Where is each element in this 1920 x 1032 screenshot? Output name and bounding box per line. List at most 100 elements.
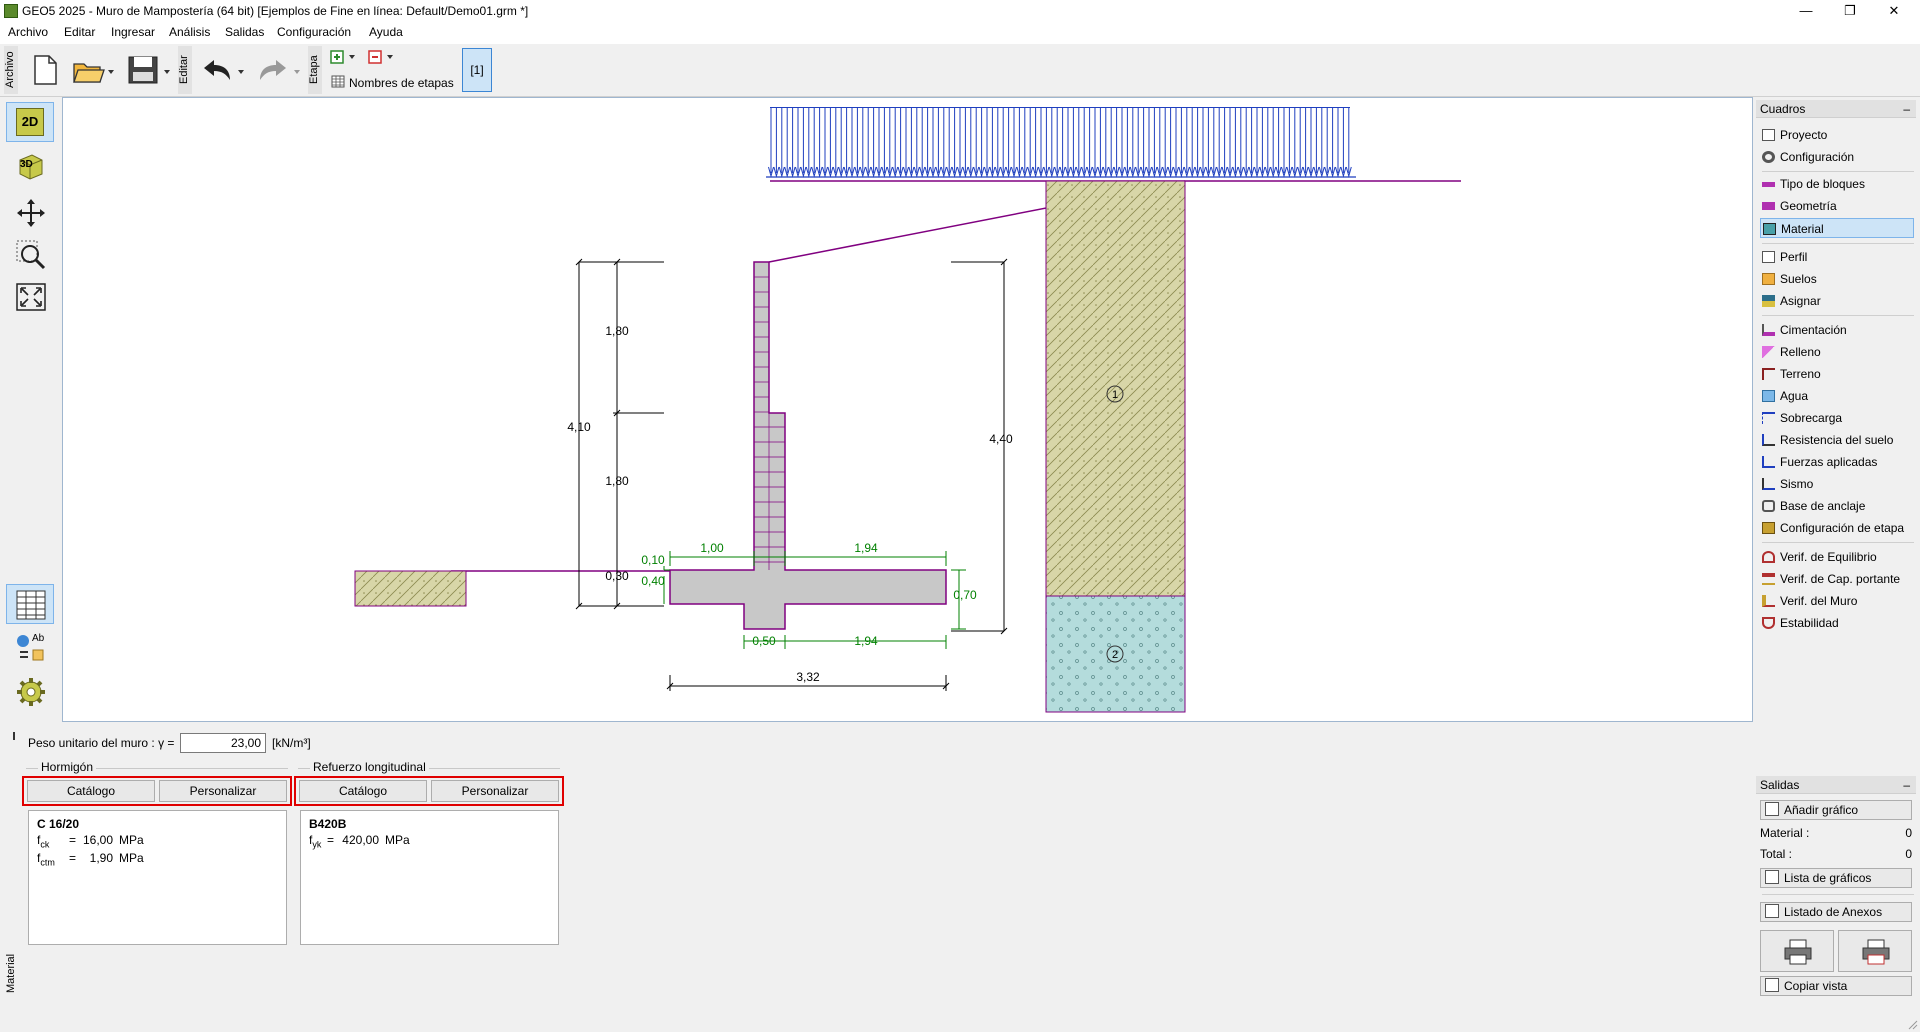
menu-analisis[interactable]: Análisis [169, 25, 210, 39]
undo-icon[interactable] [200, 56, 250, 84]
redo-icon[interactable] [256, 56, 306, 84]
gear-icon [1762, 151, 1775, 163]
stage-1-button[interactable]: [1] [462, 48, 492, 92]
foundation-icon [1762, 324, 1775, 336]
soil-1-label: 1 [1112, 389, 1118, 401]
frame-item-sobrecarga[interactable]: Sobrecarga [1762, 408, 1912, 428]
forces-icon [1762, 456, 1775, 468]
close-button[interactable]: ✕ [1874, 2, 1914, 20]
fck-subscript: ck [40, 839, 50, 850]
fyk-equals: = [327, 833, 335, 847]
frame-item-agua[interactable]: Agua [1762, 386, 1912, 406]
resize-grip-icon[interactable] [1906, 1018, 1918, 1030]
move-pan-icon[interactable] [16, 198, 46, 228]
drawing-canvas[interactable]: 1 2 1,80 1,80 4,10 4,40 0,10 0,30 0,40 1… [62, 97, 1753, 722]
salidas-collapse-button[interactable]: – [1903, 776, 1910, 794]
print-button[interactable] [1760, 930, 1834, 972]
table-view-button[interactable] [6, 584, 54, 624]
frame-item-base-anclaje[interactable]: Base de anclaje [1762, 496, 1912, 516]
add-chart-button[interactable]: Añadir gráfico [1760, 800, 1912, 820]
settings-button[interactable] [6, 672, 54, 712]
frame-item-sismo[interactable]: Sismo [1762, 474, 1912, 494]
menu-ingresar[interactable]: Ingresar [111, 25, 155, 39]
steel-fyk-row: fyk = 420,00 MPa [309, 833, 549, 849]
unit-weight-input[interactable] [180, 733, 266, 753]
frame-item-label: Estabilidad [1780, 616, 1839, 630]
frame-item-resistencia[interactable]: Resistencia del suelo [1762, 430, 1912, 450]
fctm-equals: = [69, 851, 77, 865]
styles-label: Ab [32, 633, 45, 644]
frame-item-config-etapa[interactable]: Configuración de etapa [1762, 518, 1912, 538]
annex-list-button[interactable]: Listado de Anexos [1760, 902, 1912, 922]
concrete-catalog-button[interactable]: Catálogo [27, 780, 155, 802]
fctm-unit: MPa [119, 851, 144, 865]
frame-item-label: Sobrecarga [1780, 411, 1843, 425]
view-3d-button[interactable]: 3D [6, 146, 54, 186]
frame-item-asignar[interactable]: Asignar [1762, 291, 1912, 311]
zoom-extents-icon[interactable] [15, 282, 47, 312]
frame-item-verif-cap-portante[interactable]: Verif. de Cap. portante [1762, 569, 1912, 589]
anchor-icon [1762, 500, 1775, 512]
concrete-name: C 16/20 [37, 817, 80, 831]
minimize-button[interactable]: — [1786, 2, 1826, 20]
frame-item-perfil[interactable]: Perfil [1762, 247, 1912, 267]
frame-item-verif-muro[interactable]: Verif. del Muro [1762, 591, 1912, 611]
new-file-icon[interactable] [30, 54, 60, 86]
frame-item-proyecto[interactable]: Proyecto [1762, 125, 1912, 145]
wall-check-icon [1762, 595, 1775, 607]
frame-item-verif-equilibrio[interactable]: Verif. de Equilibrio [1762, 547, 1912, 567]
menu-configuracion[interactable]: Configuración [277, 25, 351, 39]
title-bar: GEO5 2025 - Muro de Mampostería (64 bit)… [0, 0, 1920, 22]
frame-item-fuerzas[interactable]: Fuerzas aplicadas [1762, 452, 1912, 472]
add-stage-icon[interactable] [330, 50, 362, 66]
open-folder-icon[interactable] [72, 56, 116, 86]
styles-button[interactable]: Ab [6, 628, 54, 668]
save-icon[interactable] [126, 54, 176, 86]
reinforcement-catalog-button[interactable]: Catálogo [299, 780, 427, 802]
blocks-icon [1762, 182, 1775, 187]
view-2d-label: 2D [16, 108, 44, 136]
frame-item-configuracion[interactable]: Configuración [1762, 147, 1912, 167]
menu-salidas[interactable]: Salidas [225, 25, 264, 39]
frame-item-relleno[interactable]: Relleno [1762, 342, 1912, 362]
fctm-value: 1,90 [89, 851, 113, 865]
print-export-button[interactable] [1838, 930, 1912, 972]
frame-item-cimentacion[interactable]: Cimentación [1762, 320, 1912, 340]
frame-item-terreno[interactable]: Terreno [1762, 364, 1912, 384]
dim-194-bottom: 1,94 [854, 634, 878, 648]
dim-100: 1,00 [700, 541, 724, 555]
frame-item-material[interactable]: Material [1760, 218, 1914, 238]
chart-list-button[interactable]: Lista de gráficos [1760, 868, 1912, 888]
frame-item-estabilidad[interactable]: Estabilidad [1762, 613, 1912, 633]
frame-item-tipo-bloques[interactable]: Tipo de bloques [1762, 174, 1912, 194]
concrete-customize-button[interactable]: Personalizar [159, 780, 287, 802]
frame-item-label: Fuerzas aplicadas [1780, 455, 1878, 469]
dim-040: 0,40 [641, 574, 665, 588]
app-logo-icon [4, 4, 18, 18]
menu-editar[interactable]: Editar [64, 25, 95, 39]
menu-ayuda[interactable]: Ayuda [369, 25, 403, 39]
dim-410: 4,10 [567, 420, 591, 434]
dim-030: 0,30 [605, 569, 629, 583]
frame-item-label: Configuración [1780, 150, 1855, 164]
concrete-material-box: C 16/20 fck = 16,00 MPa fctm = 1,90 MPa [28, 810, 287, 945]
separator [1762, 894, 1914, 895]
bearing-icon [1762, 573, 1775, 585]
frame-item-geometria[interactable]: Geometría [1762, 196, 1912, 216]
zoom-icon[interactable] [16, 240, 46, 270]
frame-item-suelos[interactable]: Suelos [1762, 269, 1912, 289]
dimension-lines-black [578, 261, 1005, 691]
menu-archivo[interactable]: Archivo [8, 25, 48, 39]
terrain-icon [1762, 368, 1775, 380]
pin-icon[interactable] [13, 732, 15, 740]
copy-view-button[interactable]: Copiar vista [1760, 976, 1912, 996]
remove-stage-icon[interactable] [368, 50, 400, 66]
view-2d-button[interactable]: 2D [6, 102, 54, 142]
stage-names-button[interactable]: Nombres de etapas [349, 76, 454, 90]
input-panel: Material Peso unitario del muro : γ = [k… [0, 724, 1753, 1002]
cuadros-collapse-button[interactable]: – [1903, 100, 1910, 118]
frame-item-label: Terreno [1780, 367, 1821, 381]
restore-button[interactable]: ❐ [1830, 2, 1870, 20]
dim-194-top: 1,94 [854, 541, 878, 555]
reinforcement-customize-button[interactable]: Personalizar [431, 780, 559, 802]
